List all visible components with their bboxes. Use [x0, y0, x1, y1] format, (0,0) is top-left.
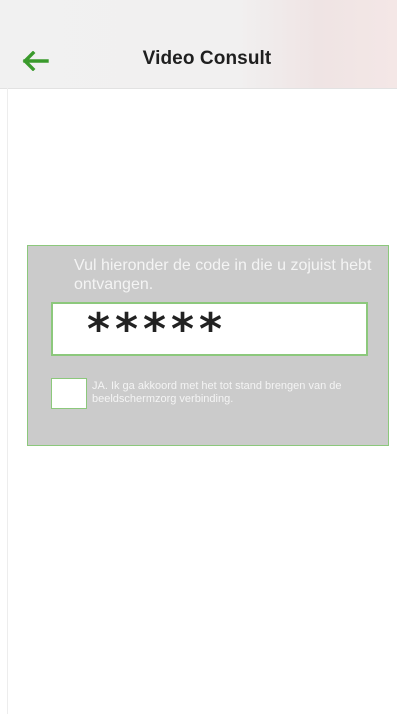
- page-title: Video Consult: [142, 48, 272, 69]
- video-consult-screen: Video Consult Vul hieronder de code in d…: [0, 0, 397, 714]
- divider: [7, 88, 8, 714]
- app-header: Video Consult: [0, 0, 397, 89]
- code-instruction-text: Vul hieronder de code in die u zojuist h…: [74, 257, 372, 293]
- code-entry-panel: Vul hieronder de code in die u zojuist h…: [27, 245, 389, 446]
- consent-label: JA. Ik ga akkoord met het tot stand bren…: [92, 380, 342, 405]
- code-input[interactable]: [51, 302, 368, 356]
- consent-checkbox[interactable]: [51, 378, 87, 409]
